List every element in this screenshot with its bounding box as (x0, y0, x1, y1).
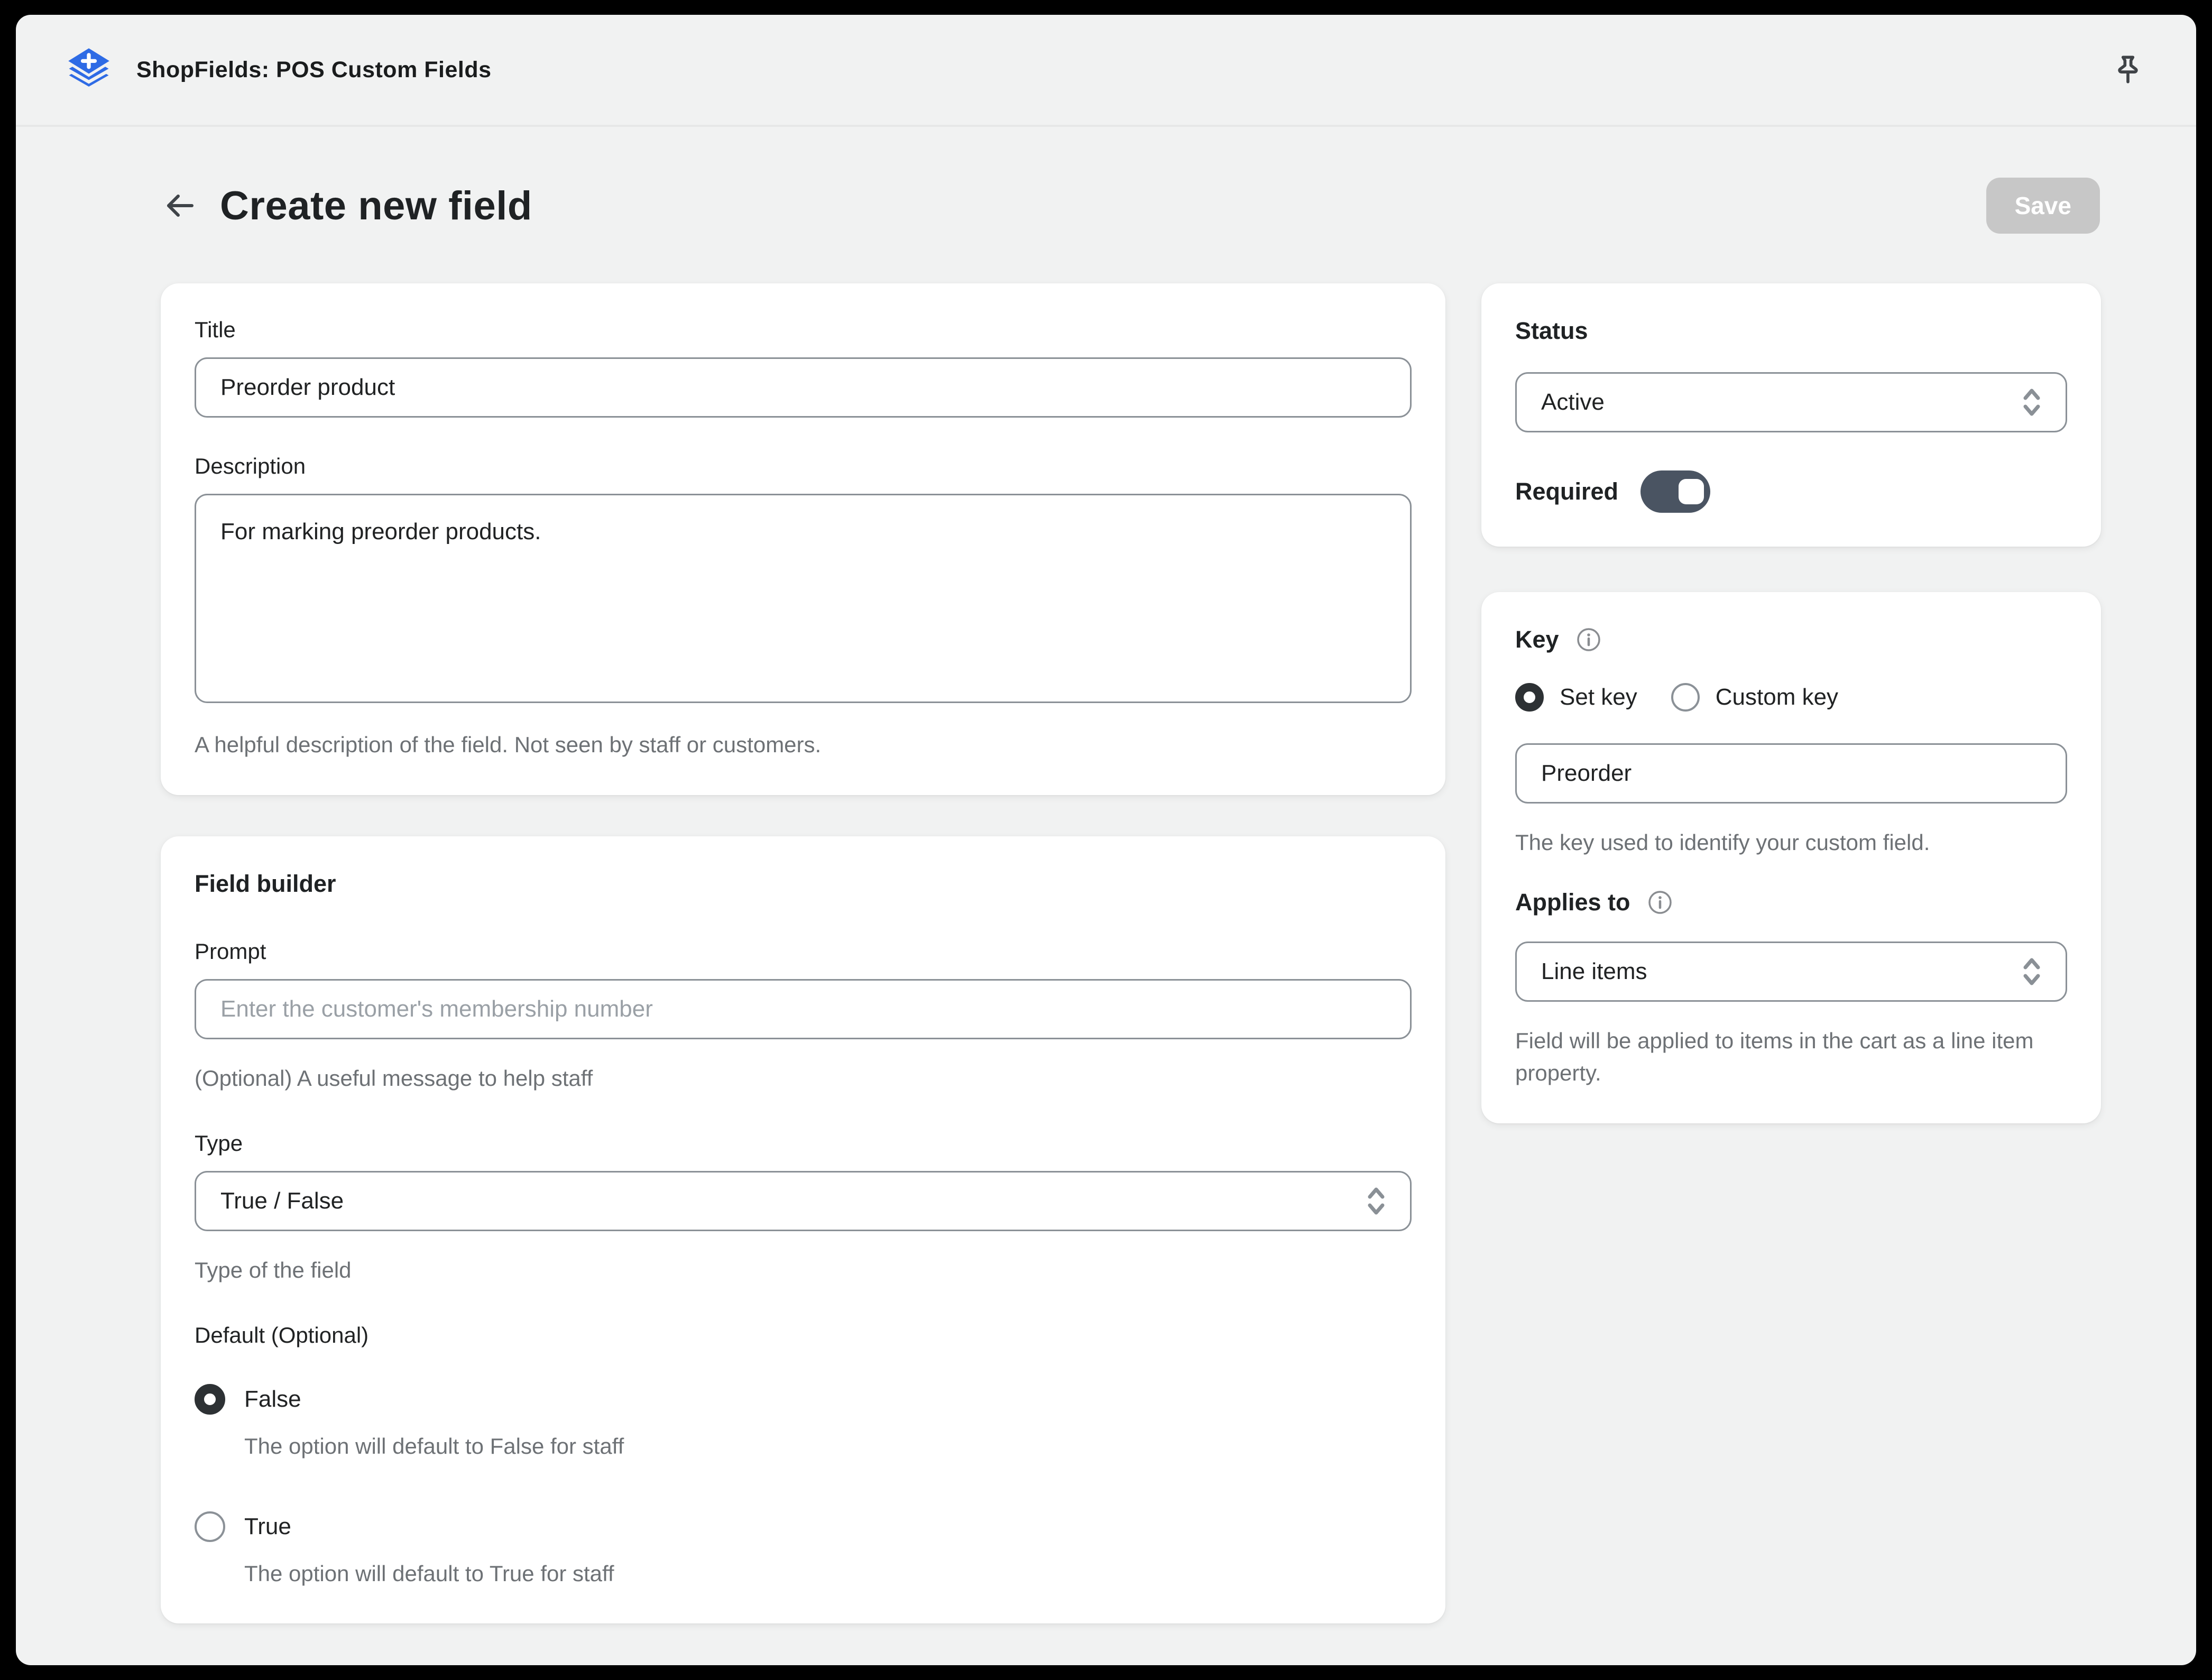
status-select-value: Active (1541, 389, 1605, 415)
field-builder-card: Field builder Prompt (Optional) A useful… (161, 836, 1445, 1624)
prompt-help-text: (Optional) A useful message to help staf… (195, 1065, 593, 1091)
key-card: Key Set key Custom key Preorder The key … (1481, 592, 2101, 1123)
app-title: ShopFields: POS Custom Fields (136, 57, 492, 82)
prompt-input[interactable] (195, 979, 1412, 1039)
description-label: Description (195, 454, 306, 478)
back-button[interactable] (161, 187, 198, 224)
set-key-label: Set key (1560, 684, 1637, 710)
type-select[interactable]: True / False (195, 1170, 1412, 1231)
field-builder-heading: Field builder (195, 870, 336, 897)
type-help-text: Type of the field (195, 1257, 352, 1282)
left-column: Title Description For marking preorder p… (161, 283, 1445, 1624)
app-window: ShopFields: POS Custom Fields Create new… (16, 15, 2196, 1665)
description-help-text: A helpful description of the field. Not … (195, 732, 822, 757)
status-select[interactable]: Active (1515, 372, 2067, 432)
info-icon[interactable] (1647, 890, 1673, 915)
applies-to-help-text: Field will be applied to items in the ca… (1515, 1028, 2034, 1085)
prompt-label: Prompt (195, 938, 266, 964)
main-content: Create new field Save Title Description … (16, 127, 2196, 1665)
radio-unselected-icon[interactable] (195, 1511, 225, 1542)
key-heading-row: Key (1515, 626, 2067, 653)
required-row: Required (1515, 470, 2067, 513)
description-textarea[interactable]: For marking preorder products. (195, 494, 1412, 703)
layers-plus-icon (62, 45, 115, 91)
applies-to-heading: Applies to (1515, 888, 1630, 916)
default-option-true-help: The option will default to True for staf… (244, 1561, 614, 1586)
default-option-true-label: True (244, 1513, 291, 1539)
default-option-true[interactable]: True (195, 1511, 1412, 1542)
applies-to-heading-row: Applies to (1515, 889, 2067, 916)
key-heading: Key (1515, 626, 1559, 653)
default-option-false-help: The option will default to False for sta… (244, 1433, 624, 1459)
required-toggle[interactable] (1640, 470, 1711, 513)
radio-unselected-icon (1671, 683, 1700, 712)
status-heading: Status (1515, 317, 1588, 344)
applies-to-select[interactable]: Line items (1515, 941, 2067, 1002)
info-icon[interactable] (1576, 627, 1601, 652)
default-label: Default (Optional) (195, 1322, 369, 1347)
title-label: Title (195, 317, 236, 342)
toggle-knob (1679, 479, 1704, 504)
chevron-up-down-icon (2023, 958, 2040, 985)
default-option-false-label: False (244, 1386, 301, 1412)
key-help-text: The key used to identify your custom fie… (1515, 830, 1930, 855)
custom-key-option[interactable]: Custom key (1671, 683, 1838, 712)
right-column: Status Active Required Key Set key Custo… (1481, 283, 2101, 1123)
default-option-false[interactable]: False (195, 1383, 1412, 1415)
type-label: Type (195, 1130, 243, 1156)
save-button[interactable]: Save (1986, 178, 2100, 234)
required-label: Required (1515, 478, 1619, 505)
title-input[interactable] (195, 357, 1412, 418)
key-input[interactable] (1515, 743, 2067, 804)
chevron-up-down-icon (1368, 1187, 1385, 1215)
set-key-option[interactable]: Set key (1515, 683, 1637, 712)
applies-to-select-value: Line items (1541, 958, 1647, 984)
top-bar: ShopFields: POS Custom Fields (16, 15, 2196, 127)
page-header: Create new field Save (161, 178, 2100, 234)
chevron-up-down-icon (2023, 389, 2040, 416)
radio-selected-icon (1515, 683, 1544, 712)
page-title: Create new field (220, 183, 532, 228)
pushpin-icon[interactable] (2110, 52, 2145, 87)
content-columns: Title Description For marking preorder p… (161, 283, 2101, 1624)
details-card: Title Description For marking preorder p… (161, 283, 1445, 795)
radio-selected-icon[interactable] (195, 1383, 225, 1415)
type-select-value: True / False (220, 1187, 344, 1214)
status-card: Status Active Required (1481, 283, 2101, 547)
custom-key-label: Custom key (1715, 684, 1839, 710)
key-mode-radios: Set key Custom key (1515, 683, 2067, 712)
arrow-left-icon (167, 195, 193, 217)
